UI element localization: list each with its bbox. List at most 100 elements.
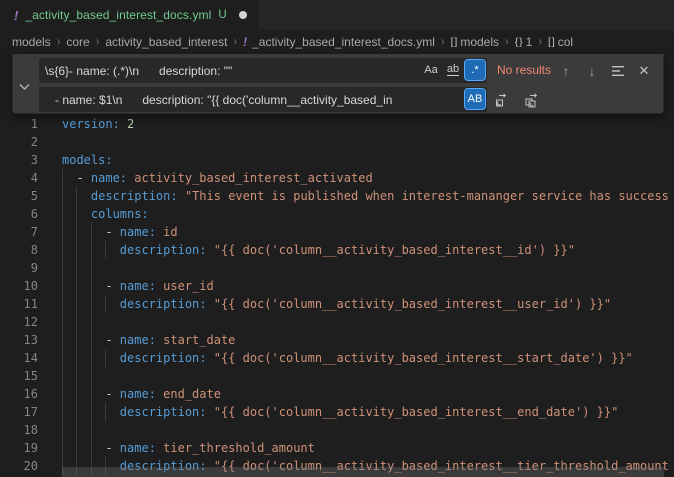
previous-match-icon[interactable]: ↑ [555, 60, 577, 82]
code-text: columns: [62, 205, 149, 223]
breadcrumb-separator: › [57, 35, 61, 49]
line-number: 19 [0, 439, 38, 457]
array-icon: [ ] [451, 36, 457, 48]
code-text: - name: start_date [62, 331, 235, 349]
indent-guide [76, 421, 77, 439]
next-match-icon[interactable]: ↓ [581, 60, 603, 82]
code-line-18: 18 [0, 421, 674, 439]
code-line-16: 16 - name: end_date [0, 385, 674, 403]
breadcrumb-separator: › [538, 35, 542, 49]
breadcrumb-item-activity_based_interest[interactable]: activity_based_interest [105, 35, 227, 49]
find-input[interactable]: \s{6}- name: (.*)\n description: "" Aa a… [39, 58, 487, 83]
line-number: 16 [0, 385, 38, 403]
line-number: 11 [0, 295, 38, 313]
find-replace-widget: \s{6}- name: (.*)\n description: "" Aa a… [12, 54, 664, 114]
breadcrumb-separator: › [505, 35, 509, 49]
line-number: 8 [0, 241, 38, 259]
breadcrumb-label: models [460, 35, 499, 49]
code-line-9: 9 [0, 259, 674, 277]
replace-input[interactable]: - name: $1\n description: "{{ doc('colum… [39, 87, 487, 112]
find-query-text: \s{6}- name: (.*)\n description: "" [45, 64, 232, 78]
tab-filename: _activity_based_interest_docs.yml [25, 8, 211, 22]
find-in-selection-icon[interactable] [607, 60, 629, 82]
breadcrumb: models › core › activity_based_interest ›! _ac… [0, 30, 674, 54]
breadcrumb-label: col [558, 35, 573, 49]
indent-guide [76, 367, 77, 385]
horizontal-scrollbar[interactable] [62, 467, 664, 477]
code-text: models: [62, 151, 113, 169]
code-lines: 1version: 223models:4 - name: activity_b… [0, 115, 674, 475]
breadcrumb-item-col[interactable]: [ ] col [548, 35, 573, 49]
line-number: 12 [0, 313, 38, 331]
code-line-14: 14 description: "{{ doc('column__activit… [0, 349, 674, 367]
code-text: description: "This event is published wh… [62, 187, 669, 205]
whole-word-icon[interactable]: ab [443, 60, 463, 80]
regex-icon[interactable]: .* [465, 60, 485, 80]
code-line-17: 17 description: "{{ doc('column__activit… [0, 403, 674, 421]
breadcrumb-separator: › [233, 35, 237, 49]
code-line-8: 8 description: "{{ doc('column__activity… [0, 241, 674, 259]
code-text: description: "{{ doc('column__activity_b… [62, 349, 633, 367]
code-line-13: 13 - name: start_date [0, 331, 674, 349]
indent-guide [76, 259, 77, 277]
code-line-3: 3models: [0, 151, 674, 169]
breadcrumb-label: activity_based_interest [105, 35, 227, 49]
breadcrumb-item-1[interactable]: { }1 [515, 35, 533, 49]
code-text: description: "{{ doc('column__activity_b… [62, 295, 611, 313]
code-line-4: 4 - name: activity_based_interest_activa… [0, 169, 674, 187]
line-number: 17 [0, 403, 38, 421]
code-text: - name: user_id [62, 277, 214, 295]
breadcrumb-label: _activity_based_interest_docs.yml [252, 35, 435, 49]
breadcrumb-item-models[interactable]: models [12, 35, 51, 49]
git-untracked-badge: U [218, 9, 226, 21]
preserve-case-icon[interactable]: AB [465, 89, 485, 109]
code-text: description: "{{ doc('column__activity_b… [62, 403, 618, 421]
code-line-7: 7 - name: id [0, 223, 674, 241]
breadcrumb-label: models [12, 35, 51, 49]
modified-dot-icon[interactable] [239, 11, 247, 19]
breadcrumb-item-core[interactable]: core [66, 35, 89, 49]
tab-activity-based-interest-docs[interactable]: ! _activity_based_interest_docs.yml U [0, 0, 260, 30]
line-number: 2 [0, 133, 38, 151]
editor-pane[interactable]: 1version: 223models:4 - name: activity_b… [0, 54, 674, 477]
code-text: - name: id [62, 223, 178, 241]
indent-guide [62, 259, 63, 277]
toggle-replace-chevron-icon[interactable] [19, 78, 30, 96]
code-line-5: 5 description: "This event is published … [0, 187, 674, 205]
code-line-2: 2 [0, 133, 674, 151]
line-number: 4 [0, 169, 38, 187]
code-line-12: 12 [0, 313, 674, 331]
breadcrumb-item-models[interactable]: [ ]models [451, 35, 499, 49]
indent-guide [91, 421, 92, 439]
indent-guide [91, 313, 92, 331]
breadcrumb-separator: › [96, 35, 100, 49]
code-line-15: 15 [0, 367, 674, 385]
replace-icon[interactable] [491, 89, 513, 111]
find-options: Aa ab .* [421, 60, 485, 80]
yaml-file-icon: ! [14, 8, 18, 23]
find-status: No results [497, 63, 551, 77]
breadcrumb-label: 1 [526, 35, 533, 49]
code-line-10: 10 - name: user_id [0, 277, 674, 295]
line-number: 14 [0, 349, 38, 367]
line-number: 10 [0, 277, 38, 295]
line-number: 5 [0, 187, 38, 205]
code-text: - name: tier_threshold_amount [62, 439, 315, 457]
breadcrumb-item-_activity_based_interest_docs.yml[interactable]: ! _activity_based_interest_docs.yml [243, 35, 435, 49]
line-number: 6 [0, 205, 38, 223]
replace-options: AB [465, 89, 485, 109]
indent-guide [62, 421, 63, 439]
yaml-icon: ! [243, 35, 247, 49]
match-case-icon[interactable]: Aa [421, 60, 441, 80]
replace-text: - name: $1\n description: "{{ doc('colum… [45, 93, 392, 107]
close-icon[interactable]: ✕ [633, 60, 655, 82]
array-icon: [ ] [548, 36, 554, 48]
indent-guide [91, 259, 92, 277]
indent-guide [76, 313, 77, 331]
indent-guide [62, 313, 63, 331]
breadcrumb-label: core [66, 35, 89, 49]
replace-all-icon[interactable] [521, 89, 543, 111]
tab-bar: ! _activity_based_interest_docs.yml U [0, 0, 674, 30]
code-line-6: 6 columns: [0, 205, 674, 223]
code-line-1: 1version: 2 [0, 115, 674, 133]
